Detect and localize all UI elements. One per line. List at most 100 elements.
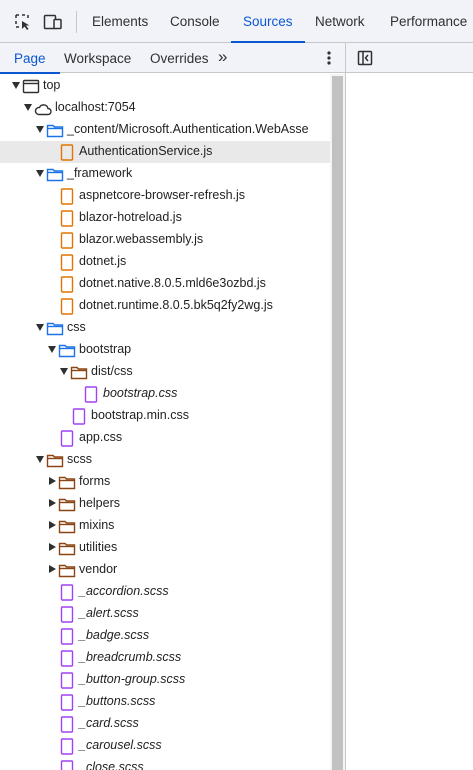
tree-item[interactable]: dotnet.native.8.0.5.mld6e3ozbd.js — [0, 273, 330, 295]
tree-item[interactable]: _accordion.scss — [0, 581, 330, 603]
tree-item-label: _content/Microsoft.Authentication.WebAss… — [67, 122, 309, 136]
tab-overrides[interactable]: Overrides — [150, 43, 209, 73]
tree-item-label: _accordion.scss — [79, 584, 169, 598]
tree-item[interactable]: _carousel.scss — [0, 735, 330, 757]
tree-item[interactable]: _badge.scss — [0, 625, 330, 647]
inspect-element-icon[interactable] — [13, 12, 33, 32]
tree-item-label: dist/css — [91, 364, 133, 378]
tree-item-label: blazor-hotreload.js — [79, 210, 182, 224]
tree-item-label: top — [43, 78, 61, 92]
tree-item-label: _buttons.scss — [79, 694, 156, 708]
tab-elements[interactable]: Elements — [92, 0, 148, 43]
tree-item[interactable]: dist/css — [0, 361, 330, 383]
file-icon — [70, 408, 88, 425]
tree-item-label: localhost:7054 — [55, 100, 136, 114]
collapse-arrow-icon[interactable] — [49, 565, 56, 573]
tree-item[interactable]: forms — [0, 471, 330, 493]
tab-console[interactable]: Console — [170, 0, 220, 43]
folder-icon — [70, 364, 88, 381]
folder-icon — [58, 496, 76, 513]
tree-item-label: forms — [79, 474, 111, 488]
tree-item[interactable]: _button-group.scss — [0, 669, 330, 691]
tree-item[interactable]: dotnet.runtime.8.0.5.bk5q2fy2wg.js — [0, 295, 330, 317]
tree-item[interactable]: _alert.scss — [0, 603, 330, 625]
file-icon — [58, 298, 76, 315]
tree-item[interactable]: _close.scss — [0, 757, 330, 770]
file-icon — [58, 276, 76, 293]
file-icon — [58, 232, 76, 249]
panel-splitter[interactable] — [345, 43, 346, 770]
tree-item[interactable]: _breadcrumb.scss — [0, 647, 330, 669]
frame-icon — [22, 78, 40, 95]
expand-arrow-icon[interactable] — [36, 170, 44, 177]
file-icon — [58, 254, 76, 271]
tree-item-label: _breadcrumb.scss — [79, 650, 182, 664]
collapse-arrow-icon[interactable] — [49, 521, 56, 529]
tree-item[interactable]: localhost:7054 — [0, 97, 330, 119]
tree-item-label: dotnet.native.8.0.5.mld6e3ozbd.js — [79, 276, 266, 290]
tree-item[interactable]: dotnet.js — [0, 251, 330, 273]
tree-item[interactable]: bootstrap.css — [0, 383, 330, 405]
tree-item[interactable]: _buttons.scss — [0, 691, 330, 713]
tab-workspace[interactable]: Workspace — [64, 43, 131, 73]
tree-item[interactable]: _card.scss — [0, 713, 330, 735]
expand-arrow-icon[interactable] — [36, 324, 44, 331]
tree-item[interactable]: css — [0, 317, 330, 339]
tree-item[interactable]: mixins — [0, 515, 330, 537]
tree-item[interactable]: bootstrap.min.css — [0, 405, 330, 427]
tree-item[interactable]: aspnetcore-browser-refresh.js — [0, 185, 330, 207]
tree-item[interactable]: utilities — [0, 537, 330, 559]
collapse-arrow-icon[interactable] — [49, 543, 56, 551]
file-icon — [58, 760, 76, 770]
tree-item[interactable]: blazor.webassembly.js — [0, 229, 330, 251]
file-icon — [58, 584, 76, 601]
tab-page[interactable]: Page — [0, 43, 59, 74]
folder-icon — [46, 166, 64, 183]
tree-item-label: bootstrap — [79, 342, 132, 356]
expand-arrow-icon[interactable] — [36, 456, 44, 463]
more-options-icon[interactable] — [320, 49, 338, 67]
device-toolbar-icon[interactable] — [43, 12, 63, 32]
file-icon — [58, 738, 76, 755]
tree-item-label: css — [67, 320, 86, 334]
cloud-icon — [34, 100, 52, 117]
tree-item[interactable]: AuthenticationService.js — [0, 141, 330, 163]
tree-item[interactable]: _content/Microsoft.Authentication.WebAss… — [0, 119, 330, 141]
expand-arrow-icon[interactable] — [12, 82, 20, 89]
tree-item[interactable]: bootstrap — [0, 339, 330, 361]
tree-item-label: app.css — [79, 430, 123, 444]
collapse-arrow-icon[interactable] — [49, 499, 56, 507]
file-icon — [58, 650, 76, 667]
tree-item-label: bootstrap.css — [103, 386, 178, 400]
expand-arrow-icon[interactable] — [36, 126, 44, 133]
tree-item[interactable]: helpers — [0, 493, 330, 515]
tree-item-label: dotnet.js — [79, 254, 127, 268]
tab-sources[interactable]: Sources — [231, 0, 304, 43]
tab-network[interactable]: Network — [315, 0, 365, 43]
more-tabs-button[interactable]: » — [218, 43, 227, 73]
tree-item[interactable]: app.css — [0, 427, 330, 449]
tree-item-label: utilities — [79, 540, 118, 554]
tree-item-label: _alert.scss — [79, 606, 139, 620]
scrollbar-thumb[interactable] — [332, 76, 343, 770]
expand-arrow-icon[interactable] — [24, 104, 32, 111]
tree-item-label: vendor — [79, 562, 118, 576]
file-icon — [82, 386, 100, 403]
tree-item[interactable]: vendor — [0, 559, 330, 581]
tree-item[interactable]: blazor-hotreload.js — [0, 207, 330, 229]
file-icon — [58, 430, 76, 447]
tree-item[interactable]: _framework — [0, 163, 330, 185]
file-icon — [58, 716, 76, 733]
tree-item-label: _close.scss — [79, 760, 144, 770]
expand-arrow-icon[interactable] — [60, 368, 68, 375]
tab-performance[interactable]: Performance — [390, 0, 467, 43]
toggle-sidebar-icon[interactable] — [356, 49, 374, 67]
expand-arrow-icon[interactable] — [48, 346, 56, 353]
navigator-toolbar: Page Workspace Overrides » — [0, 43, 473, 74]
folder-icon — [58, 474, 76, 491]
tree-item[interactable]: scss — [0, 449, 330, 471]
collapse-arrow-icon[interactable] — [49, 477, 56, 485]
tree-item[interactable]: top — [0, 75, 330, 97]
tree-item-label: _carousel.scss — [79, 738, 162, 752]
tree-item-label: _card.scss — [79, 716, 139, 730]
